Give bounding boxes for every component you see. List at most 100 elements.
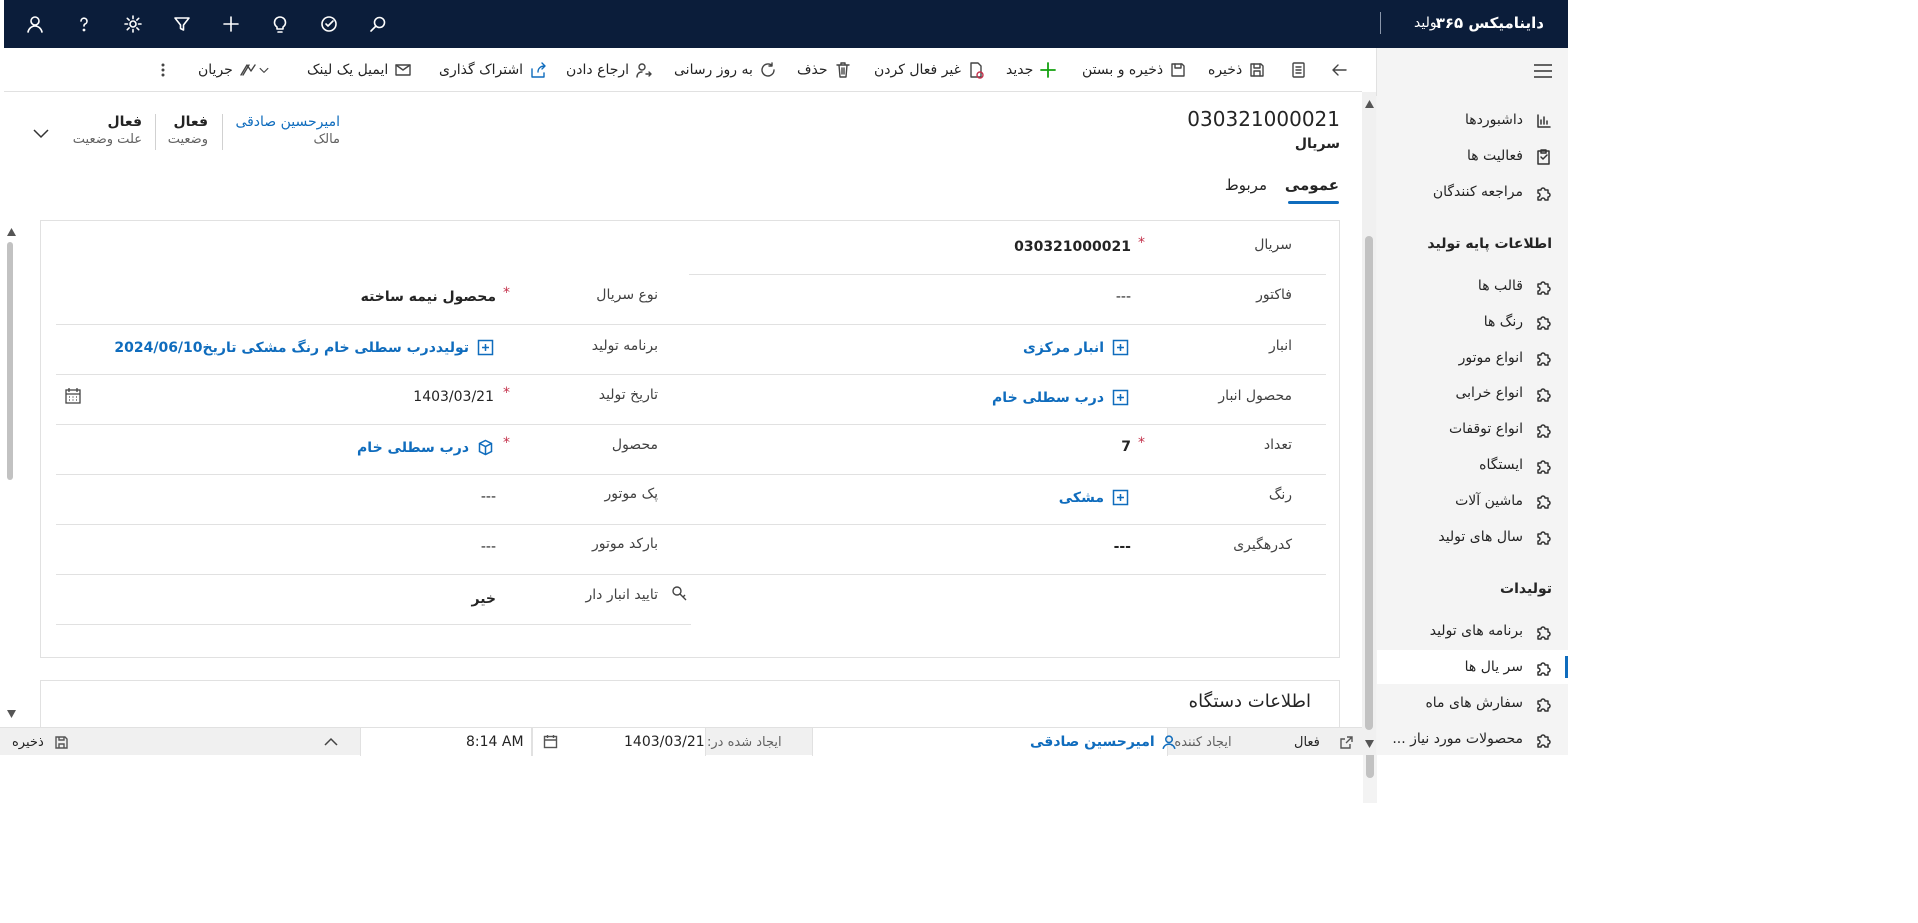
- form-icon-button[interactable]: [1289, 48, 1307, 92]
- open-new-window-icon[interactable]: [1339, 735, 1354, 750]
- sidebar-item[interactable]: برنامه های تولید: [1430, 614, 1552, 648]
- sidebar-group-productions: تولیدات: [1500, 581, 1552, 597]
- flow-button[interactable]: جریان: [198, 48, 281, 92]
- filter-icon[interactable]: [157, 0, 206, 48]
- owner-field[interactable]: امیرحسین صادقی مالک: [235, 114, 340, 147]
- dashboard-icon: [1537, 113, 1551, 128]
- created-by-value[interactable]: امیرحسین صادقی: [1030, 734, 1155, 750]
- sidebar-item[interactable]: سال های تولید: [1438, 520, 1552, 554]
- sidebar-item[interactable]: مراجعه کنندگان: [1433, 175, 1552, 209]
- header-divider: [155, 114, 156, 150]
- tab-related[interactable]: مربوط: [1225, 176, 1267, 194]
- save-close-button[interactable]: ذخیره و بستن: [1082, 48, 1187, 92]
- tab-general[interactable]: عمومی: [1285, 176, 1339, 194]
- save-close-icon: [1171, 63, 1185, 77]
- engine-pack-label: پک موتور: [604, 486, 659, 502]
- sidebar-item[interactable]: انواع توقفات: [1449, 412, 1552, 446]
- help-icon[interactable]: [59, 0, 108, 48]
- sidebar-item[interactable]: رنگ ها: [1484, 305, 1552, 339]
- lookup-entity-icon: [1112, 489, 1129, 506]
- statusbar-save-button[interactable]: ذخیره: [12, 728, 69, 756]
- quantity-label: تعداد: [1263, 437, 1292, 453]
- brand-title[interactable]: داینامیکس ۳۶۵: [1436, 14, 1544, 32]
- sidebar-item-label: مراجعه کنندگان: [1432, 184, 1523, 200]
- sidebar-item[interactable]: سر یال ها: [1465, 650, 1552, 684]
- required-marker: *: [503, 285, 510, 301]
- sidebar-item[interactable]: محصولات مورد نیاز ...: [1392, 722, 1552, 756]
- required-marker: *: [1138, 235, 1145, 251]
- warehouse-lookup[interactable]: انبار مرکزی: [1023, 339, 1129, 356]
- sidebar-item[interactable]: انواع موتور: [1459, 341, 1552, 375]
- quantity-value[interactable]: 7: [1121, 439, 1131, 455]
- production-plan-value[interactable]: تولیددرب سطلی خام رنگ مشکی تاریخ2024/06/…: [114, 340, 469, 356]
- puzzle-icon: [1537, 316, 1551, 331]
- color-lookup[interactable]: مشکی: [1059, 489, 1129, 506]
- sidebar-item[interactable]: ماشین آلات: [1455, 484, 1552, 518]
- email-link-button[interactable]: ایمیل یک لینک: [307, 48, 412, 92]
- hamburger-menu-icon[interactable]: [1532, 60, 1554, 82]
- sidebar-item-label: رنگ ها: [1483, 313, 1523, 330]
- engine-barcode-value[interactable]: ---: [481, 539, 496, 555]
- refresh-button[interactable]: به روز رسانی: [674, 48, 777, 92]
- expand-header-chevron-icon[interactable]: [32, 124, 50, 142]
- flow-icon: [240, 64, 256, 76]
- key-lock-icon: [672, 586, 687, 601]
- email-link-label: ایمیل یک لینک: [307, 62, 389, 78]
- scroll-up-arrow-icon[interactable]: [1365, 100, 1374, 108]
- required-marker: *: [503, 435, 510, 451]
- product-lookup[interactable]: درب سطلی خام: [357, 439, 494, 456]
- sidebar-item[interactable]: فعالیت ها: [1467, 139, 1552, 173]
- sidebar-item[interactable]: ایستگاه: [1479, 448, 1552, 482]
- add-icon[interactable]: [206, 0, 255, 48]
- lightbulb-icon[interactable]: [255, 0, 304, 48]
- scroll-down-arrow-icon[interactable]: [1365, 740, 1374, 748]
- more-commands-button[interactable]: [154, 48, 172, 92]
- calendar-icon[interactable]: [64, 387, 82, 405]
- status-reason-field: فعال علت وضعیت: [73, 114, 142, 147]
- product-value[interactable]: درب سطلی خام: [357, 440, 469, 456]
- scroll-up-arrow-icon[interactable]: [7, 228, 16, 236]
- warehouse-product-value[interactable]: درب سطلی خام: [992, 390, 1104, 406]
- owner-label: مالک: [313, 132, 340, 147]
- sidebar-item[interactable]: داشبوردها: [1465, 103, 1552, 137]
- plus-icon: [1040, 62, 1057, 78]
- factor-value[interactable]: ---: [1116, 289, 1131, 305]
- deactivate-label: غیر فعال کردن: [874, 62, 961, 78]
- delete-label: حذف: [797, 62, 828, 78]
- calendar-icon[interactable]: [543, 734, 558, 749]
- warehouse-approval-value[interactable]: خیر: [471, 591, 496, 607]
- warehouse-value[interactable]: انبار مرکزی: [1023, 340, 1104, 356]
- serial-value[interactable]: 030321000021: [1014, 239, 1131, 255]
- color-value[interactable]: مشکی: [1059, 490, 1104, 506]
- production-plan-lookup[interactable]: تولیددرب سطلی خام رنگ مشکی تاریخ2024/06/…: [114, 339, 494, 356]
- sidebar-item-label: محصولات مورد نیاز ...: [1392, 731, 1523, 747]
- task-check-icon[interactable]: [304, 0, 353, 48]
- assign-button[interactable]: ارجاع دادن: [566, 48, 653, 92]
- created-by-user[interactable]: امیرحسین صادقی: [1030, 728, 1177, 756]
- save-button[interactable]: ذخیره: [1208, 48, 1266, 92]
- tracking-code-value[interactable]: ---: [1114, 539, 1131, 555]
- back-button[interactable]: [1330, 48, 1348, 92]
- sidebar-item[interactable]: سفارش های ماه: [1425, 686, 1552, 720]
- new-button[interactable]: جدید: [1006, 48, 1057, 92]
- sidebar-item[interactable]: قالب ها: [1478, 269, 1552, 303]
- settings-gear-icon[interactable]: [108, 0, 157, 48]
- production-date-value[interactable]: 1403/03/21: [413, 389, 494, 405]
- section-scrollbar[interactable]: [4, 222, 18, 727]
- user-icon[interactable]: [10, 0, 59, 48]
- search-icon[interactable]: [353, 0, 402, 48]
- share-button[interactable]: اشتراک گذاری: [439, 48, 547, 92]
- serial-type-value[interactable]: محصول نیمه ساخته: [361, 289, 496, 305]
- chevron-up-icon[interactable]: [323, 735, 339, 749]
- active-tab-indicator: [1288, 201, 1339, 204]
- scroll-down-arrow-icon[interactable]: [7, 710, 16, 718]
- engine-pack-value[interactable]: ---: [481, 489, 496, 505]
- serial-label: سریال: [1254, 237, 1292, 253]
- warehouse-product-lookup[interactable]: درب سطلی خام: [992, 389, 1129, 406]
- owner-value[interactable]: امیرحسین صادقی: [235, 114, 340, 130]
- main-scrollbar[interactable]: [1362, 92, 1376, 755]
- deactivate-button[interactable]: غیر فعال کردن: [874, 48, 985, 92]
- sidebar-item[interactable]: انواع خرابی: [1455, 376, 1552, 410]
- warehouse-approval-label: تایید انبار دار: [585, 587, 658, 603]
- delete-button[interactable]: حذف: [797, 48, 852, 92]
